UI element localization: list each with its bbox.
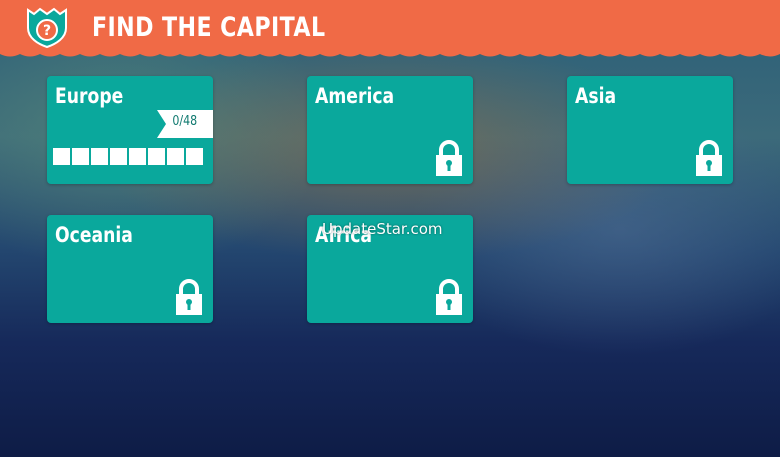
card-america[interactable]: America (307, 76, 473, 184)
card-america-label: America (315, 84, 395, 108)
card-asia[interactable]: Asia (567, 76, 733, 184)
card-europe[interactable]: Europe 0/48 (47, 76, 213, 184)
page-title: FIND THE CAPITAL (92, 12, 326, 43)
shield-question-icon: ? (27, 7, 67, 48)
watermark-text: UpdateStar.com (322, 220, 443, 238)
card-oceania[interactable]: Oceania (47, 215, 213, 323)
padlock-icon (176, 279, 202, 315)
progress-square (186, 148, 203, 165)
progress-square (53, 148, 70, 165)
card-oceania-label: Oceania (55, 223, 133, 247)
header-bar: ? FIND THE CAPITAL (0, 0, 780, 52)
svg-text:?: ? (43, 23, 51, 39)
progress-square (72, 148, 89, 165)
padlock-icon (436, 140, 462, 176)
header-wave-edge (0, 50, 780, 57)
progress-square (129, 148, 146, 165)
card-asia-label: Asia (575, 84, 617, 108)
card-europe-label: Europe (55, 84, 124, 108)
progress-square (91, 148, 108, 165)
progress-squares (53, 148, 203, 165)
progress-square (110, 148, 127, 165)
padlock-icon (436, 279, 462, 315)
progress-square (167, 148, 184, 165)
padlock-icon (696, 140, 722, 176)
progress-count: 0/48 (172, 114, 197, 129)
progress-square (148, 148, 165, 165)
